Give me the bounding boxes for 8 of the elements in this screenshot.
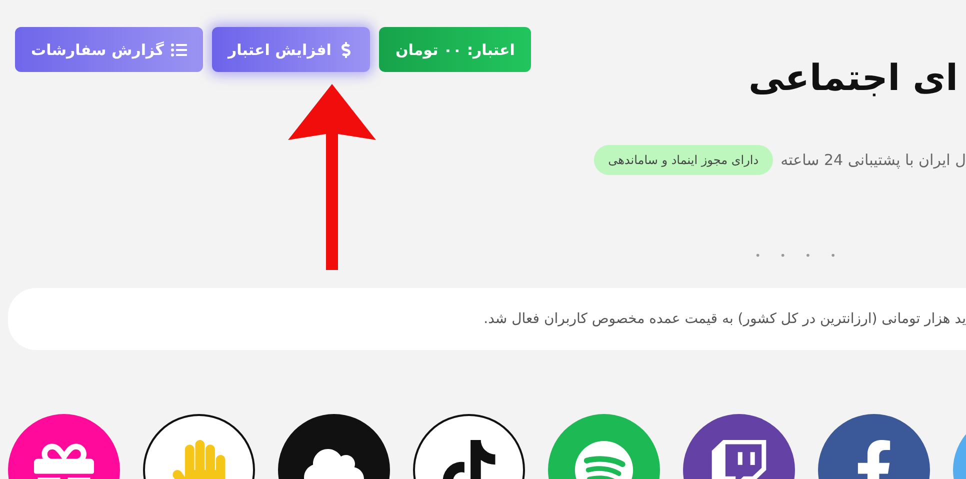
balance-button[interactable]: اعتبار: ۰۰ تومان (379, 27, 531, 72)
page-title: ای اجتماعی (748, 58, 959, 99)
add-credit-button[interactable]: افزایش اعتبار (212, 27, 370, 72)
license-badge: دارای مجوز اینماد و ساماندهی (594, 145, 773, 175)
loading-dots: • • • • (754, 251, 844, 262)
subtitle-text: ل ایران با پشتیبانی 24 ساعته (780, 151, 966, 169)
notice-text: ید هزار تومانی (ارزانترین در کل کشور) به قیمت عمده مخصوص کاربران فعال شد. (484, 311, 966, 327)
orders-button[interactable]: گزارش سفارشات (15, 27, 204, 72)
